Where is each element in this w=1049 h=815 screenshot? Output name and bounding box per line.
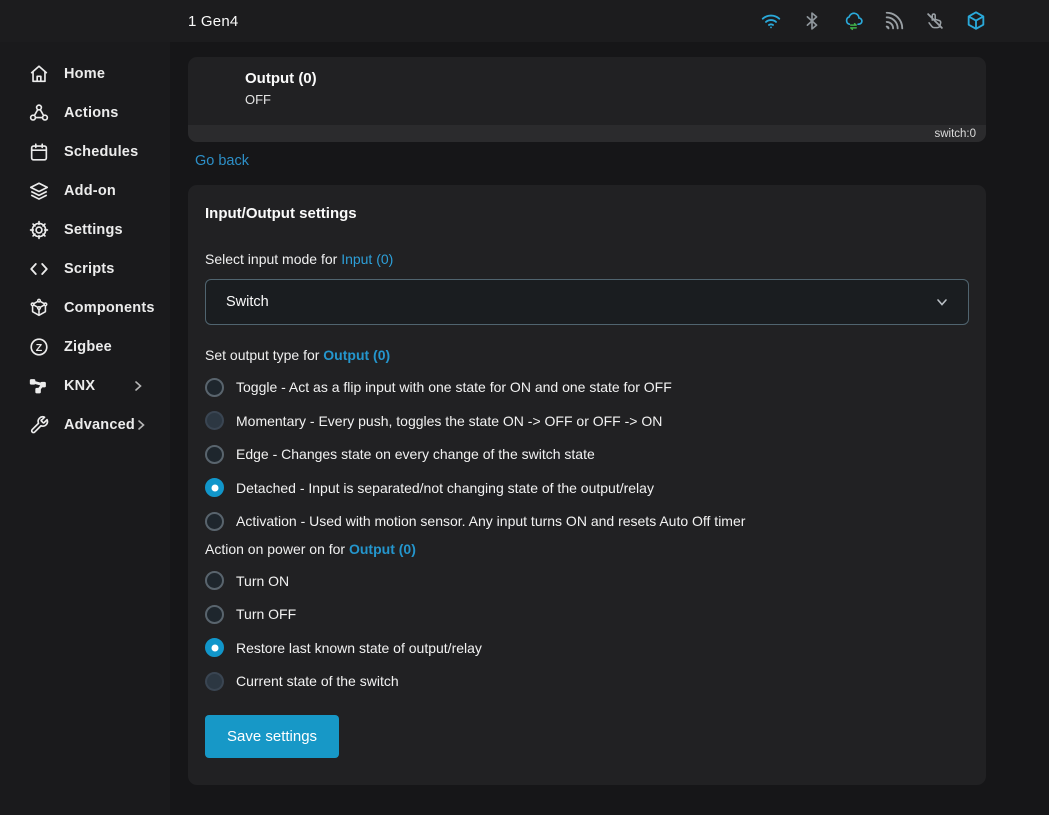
input-0-link[interactable]: Input (0) bbox=[341, 251, 393, 267]
cloud-sync-icon[interactable] bbox=[842, 10, 864, 32]
device-title: 1 Gen4 bbox=[188, 13, 238, 30]
calendar-icon bbox=[28, 141, 50, 163]
code-icon bbox=[28, 258, 50, 280]
power-on-label: Action on power on for Output (0) bbox=[205, 541, 969, 557]
radio-button[interactable] bbox=[205, 672, 224, 691]
output-status-body: Output (0) OFF bbox=[188, 57, 986, 125]
save-settings-button[interactable]: Save settings bbox=[205, 715, 339, 758]
io-settings-panel: Input/Output settings Select input mode … bbox=[188, 185, 986, 785]
sidebar-item-home[interactable]: Home bbox=[0, 54, 170, 93]
gear-icon bbox=[28, 219, 50, 241]
touch-control-disabled-icon[interactable] bbox=[924, 10, 946, 32]
status-icon-bar bbox=[760, 10, 987, 32]
output-0-link[interactable]: Output (0) bbox=[349, 541, 416, 557]
radio-button[interactable] bbox=[205, 605, 224, 624]
bluetooth-icon[interactable] bbox=[801, 10, 823, 32]
panel-title: Input/Output settings bbox=[205, 205, 969, 222]
radio-option-momentary[interactable]: Momentary - Every push, toggles the stat… bbox=[205, 411, 969, 430]
radio-button[interactable] bbox=[205, 445, 224, 464]
radio-option-edge[interactable]: Edge - Changes state on every change of … bbox=[205, 445, 969, 464]
input-mode-select-value: Switch bbox=[226, 294, 269, 310]
radio-option-detached[interactable]: Detached - Input is separated/not changi… bbox=[205, 478, 969, 497]
output-title: Output (0) bbox=[245, 70, 986, 87]
app-header: 1 Gen4 bbox=[0, 0, 1049, 42]
input-mode-label: Select input mode for Input (0) bbox=[205, 251, 969, 267]
svg-text:Z: Z bbox=[36, 341, 43, 353]
output-status-card: Output (0) OFF switch:0 bbox=[188, 57, 986, 142]
radio-button[interactable] bbox=[205, 478, 224, 497]
radio-button[interactable] bbox=[205, 411, 224, 430]
chevron-right-icon bbox=[132, 380, 144, 392]
radio-option-current-state[interactable]: Current state of the switch bbox=[205, 672, 969, 691]
sidebar-item-zigbee[interactable]: Z Zigbee bbox=[0, 327, 170, 366]
output-state: OFF bbox=[245, 92, 986, 107]
sidebar-item-addon[interactable]: Add-on bbox=[0, 171, 170, 210]
home-icon bbox=[28, 63, 50, 85]
component-id: switch:0 bbox=[934, 128, 976, 140]
chevron-down-icon bbox=[934, 294, 950, 310]
chevron-right-icon bbox=[135, 419, 147, 431]
radio-button[interactable] bbox=[205, 571, 224, 590]
radio-option-activation[interactable]: Activation - Used with motion sensor. An… bbox=[205, 512, 969, 531]
matter-cube-icon[interactable] bbox=[965, 10, 987, 32]
knx-network-icon bbox=[28, 375, 50, 397]
radio-option-turn-on[interactable]: Turn ON bbox=[205, 571, 969, 590]
layers-icon bbox=[28, 180, 50, 202]
output-type-label: Set output type for Output (0) bbox=[205, 347, 969, 363]
sidebar-item-scripts[interactable]: Scripts bbox=[0, 249, 170, 288]
wrench-icon bbox=[28, 414, 50, 436]
power-on-radio-group: Turn ON Turn OFF Restore last known stat… bbox=[205, 571, 969, 691]
radio-option-restore-last[interactable]: Restore last known state of output/relay bbox=[205, 638, 969, 657]
radio-button[interactable] bbox=[205, 638, 224, 657]
sidebar-item-settings[interactable]: Settings bbox=[0, 210, 170, 249]
zigbee-icon: Z bbox=[28, 336, 50, 358]
component-id-strip: switch:0 bbox=[188, 125, 986, 142]
sidebar-item-components[interactable]: Components bbox=[0, 288, 170, 327]
radio-button[interactable] bbox=[205, 512, 224, 531]
main-content: Output (0) OFF switch:0 Go back Input/Ou… bbox=[188, 42, 986, 785]
output-type-radio-group: Toggle - Act as a flip input with one st… bbox=[205, 378, 969, 531]
sidebar-item-actions[interactable]: Actions bbox=[0, 93, 170, 132]
radio-button[interactable] bbox=[205, 378, 224, 397]
broadcast-icon[interactable] bbox=[883, 10, 905, 32]
sidebar-item-advanced[interactable]: Advanced bbox=[0, 405, 170, 444]
output-0-link[interactable]: Output (0) bbox=[323, 347, 390, 363]
input-mode-select[interactable]: Switch bbox=[205, 279, 969, 325]
go-back-link[interactable]: Go back bbox=[195, 153, 249, 169]
sidebar-nav: Home Actions Schedules Add-on Settings S… bbox=[0, 42, 170, 815]
sidebar-item-knx[interactable]: KNX bbox=[0, 366, 170, 405]
components-cube-icon bbox=[28, 297, 50, 319]
actions-icon bbox=[28, 102, 50, 124]
radio-option-turn-off[interactable]: Turn OFF bbox=[205, 605, 969, 624]
radio-option-toggle[interactable]: Toggle - Act as a flip input with one st… bbox=[205, 378, 969, 397]
sidebar-item-schedules[interactable]: Schedules bbox=[0, 132, 170, 171]
wifi-icon[interactable] bbox=[760, 10, 782, 32]
